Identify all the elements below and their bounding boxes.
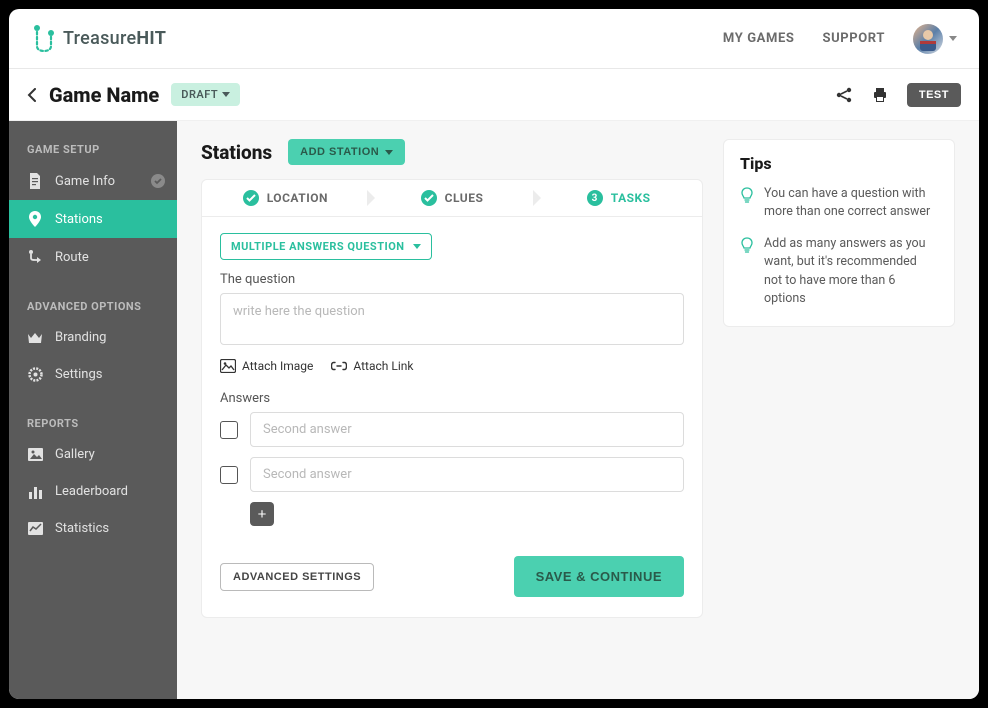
pin-icon (27, 211, 43, 227)
brand-logo[interactable]: TreasureHIT (31, 24, 166, 54)
tip-item: Add as many answers as you want, but it'… (740, 235, 938, 308)
sidebar-item-label: Statistics (55, 521, 109, 536)
advanced-settings-button[interactable]: ADVANCED SETTINGS (220, 563, 374, 591)
attach-link-button[interactable]: Attach Link (331, 359, 413, 373)
chart-icon (27, 485, 43, 499)
nav-support[interactable]: SUPPORT (823, 31, 886, 46)
answer-checkbox[interactable] (220, 466, 238, 484)
answer-input[interactable] (250, 412, 684, 447)
answer-row (220, 412, 684, 447)
stats-icon (27, 522, 43, 535)
chevron-down-icon (385, 150, 393, 155)
user-menu[interactable] (913, 24, 957, 54)
page-title: Stations (201, 141, 272, 164)
crown-icon (27, 332, 43, 344)
lightbulb-icon (740, 237, 754, 308)
check-icon (151, 174, 165, 188)
step-location[interactable]: LOCATION (202, 180, 369, 216)
back-button[interactable] (27, 88, 37, 102)
chevron-down-icon (222, 92, 230, 97)
share-button[interactable] (835, 86, 853, 104)
tips-card: Tips You can have a question with more t… (723, 139, 955, 327)
sidebar-item-leaderboard[interactable]: Leaderboard (9, 473, 177, 510)
sidebar-item-label: Settings (55, 367, 102, 382)
question-label: The question (220, 272, 684, 287)
image-icon (27, 448, 43, 461)
sidebar-section-header: ADVANCED OPTIONS (9, 290, 177, 319)
add-answer-button[interactable]: + (250, 502, 274, 526)
sidebar-section-header: REPORTS (9, 407, 177, 436)
tips-panel: Tips You can have a question with more t… (723, 139, 955, 681)
game-title: Game Name (49, 83, 159, 107)
answer-input[interactable] (250, 457, 684, 492)
sidebar-item-label: Route (55, 250, 89, 265)
sidebar-item-stations[interactable]: Stations (9, 200, 177, 238)
check-icon (421, 190, 437, 206)
main-content: Stations ADD STATION LOCATION (177, 121, 979, 699)
gear-icon (27, 367, 43, 382)
image-icon (220, 359, 236, 373)
sidebar-item-label: Gallery (55, 447, 95, 462)
answers-label: Answers (220, 391, 684, 406)
brand-text: TreasureHIT (63, 28, 166, 49)
sidebar-item-route[interactable]: Route (9, 238, 177, 276)
test-button[interactable]: TEST (907, 83, 961, 107)
chevron-down-icon (413, 244, 421, 249)
sidebar-item-branding[interactable]: Branding (9, 319, 177, 356)
link-icon (331, 361, 347, 371)
app-window: TreasureHIT MY GAMES SUPPORT Game Name D… (9, 9, 979, 699)
sidebar-item-game-info[interactable]: Game Info (9, 162, 177, 200)
check-icon (243, 190, 259, 206)
sidebar: GAME SETUP Game Info Stations Route ADVA… (9, 121, 177, 699)
step-clues[interactable]: CLUES (369, 180, 536, 216)
sidebar-item-statistics[interactable]: Statistics (9, 510, 177, 547)
titlebar: Game Name DRAFT TEST (9, 69, 979, 121)
add-station-button[interactable]: ADD STATION (288, 139, 405, 165)
answer-row (220, 457, 684, 492)
chevron-down-icon (949, 36, 957, 41)
lightbulb-icon (740, 187, 754, 221)
question-type-select[interactable]: MULTIPLE ANSWERS QUESTION (220, 233, 432, 260)
print-button[interactable] (871, 86, 889, 104)
logo-icon (31, 24, 57, 54)
step-label: TASKS (611, 191, 651, 205)
avatar (913, 24, 943, 54)
tips-title: Tips (740, 154, 938, 173)
sidebar-item-settings[interactable]: Settings (9, 356, 177, 393)
step-number-badge: 3 (587, 190, 603, 206)
step-label: LOCATION (267, 191, 328, 205)
sidebar-section-header: GAME SETUP (9, 133, 177, 162)
sidebar-item-label: Game Info (55, 174, 115, 189)
route-icon (27, 249, 43, 265)
tip-text: You can have a question with more than o… (764, 185, 938, 221)
nav-my-games[interactable]: MY GAMES (723, 31, 795, 46)
topbar: TreasureHIT MY GAMES SUPPORT (9, 9, 979, 69)
answer-checkbox[interactable] (220, 421, 238, 439)
sidebar-item-label: Branding (55, 330, 106, 345)
station-editor-card: LOCATION CLUES 3 TASKS MULTI (201, 179, 703, 618)
stepper: LOCATION CLUES 3 TASKS (202, 180, 702, 217)
file-icon (27, 173, 43, 189)
step-label: CLUES (445, 191, 484, 205)
tip-text: Add as many answers as you want, but it'… (764, 235, 938, 308)
tip-item: You can have a question with more than o… (740, 185, 938, 221)
sidebar-item-label: Stations (55, 212, 103, 227)
sidebar-item-label: Leaderboard (55, 484, 128, 499)
status-badge[interactable]: DRAFT (171, 83, 240, 106)
attach-image-button[interactable]: Attach Image (220, 359, 313, 373)
sidebar-item-gallery[interactable]: Gallery (9, 436, 177, 473)
question-input[interactable] (220, 293, 684, 345)
topbar-right: MY GAMES SUPPORT (723, 24, 957, 54)
step-tasks[interactable]: 3 TASKS (535, 180, 702, 216)
save-continue-button[interactable]: SAVE & CONTINUE (514, 556, 684, 597)
